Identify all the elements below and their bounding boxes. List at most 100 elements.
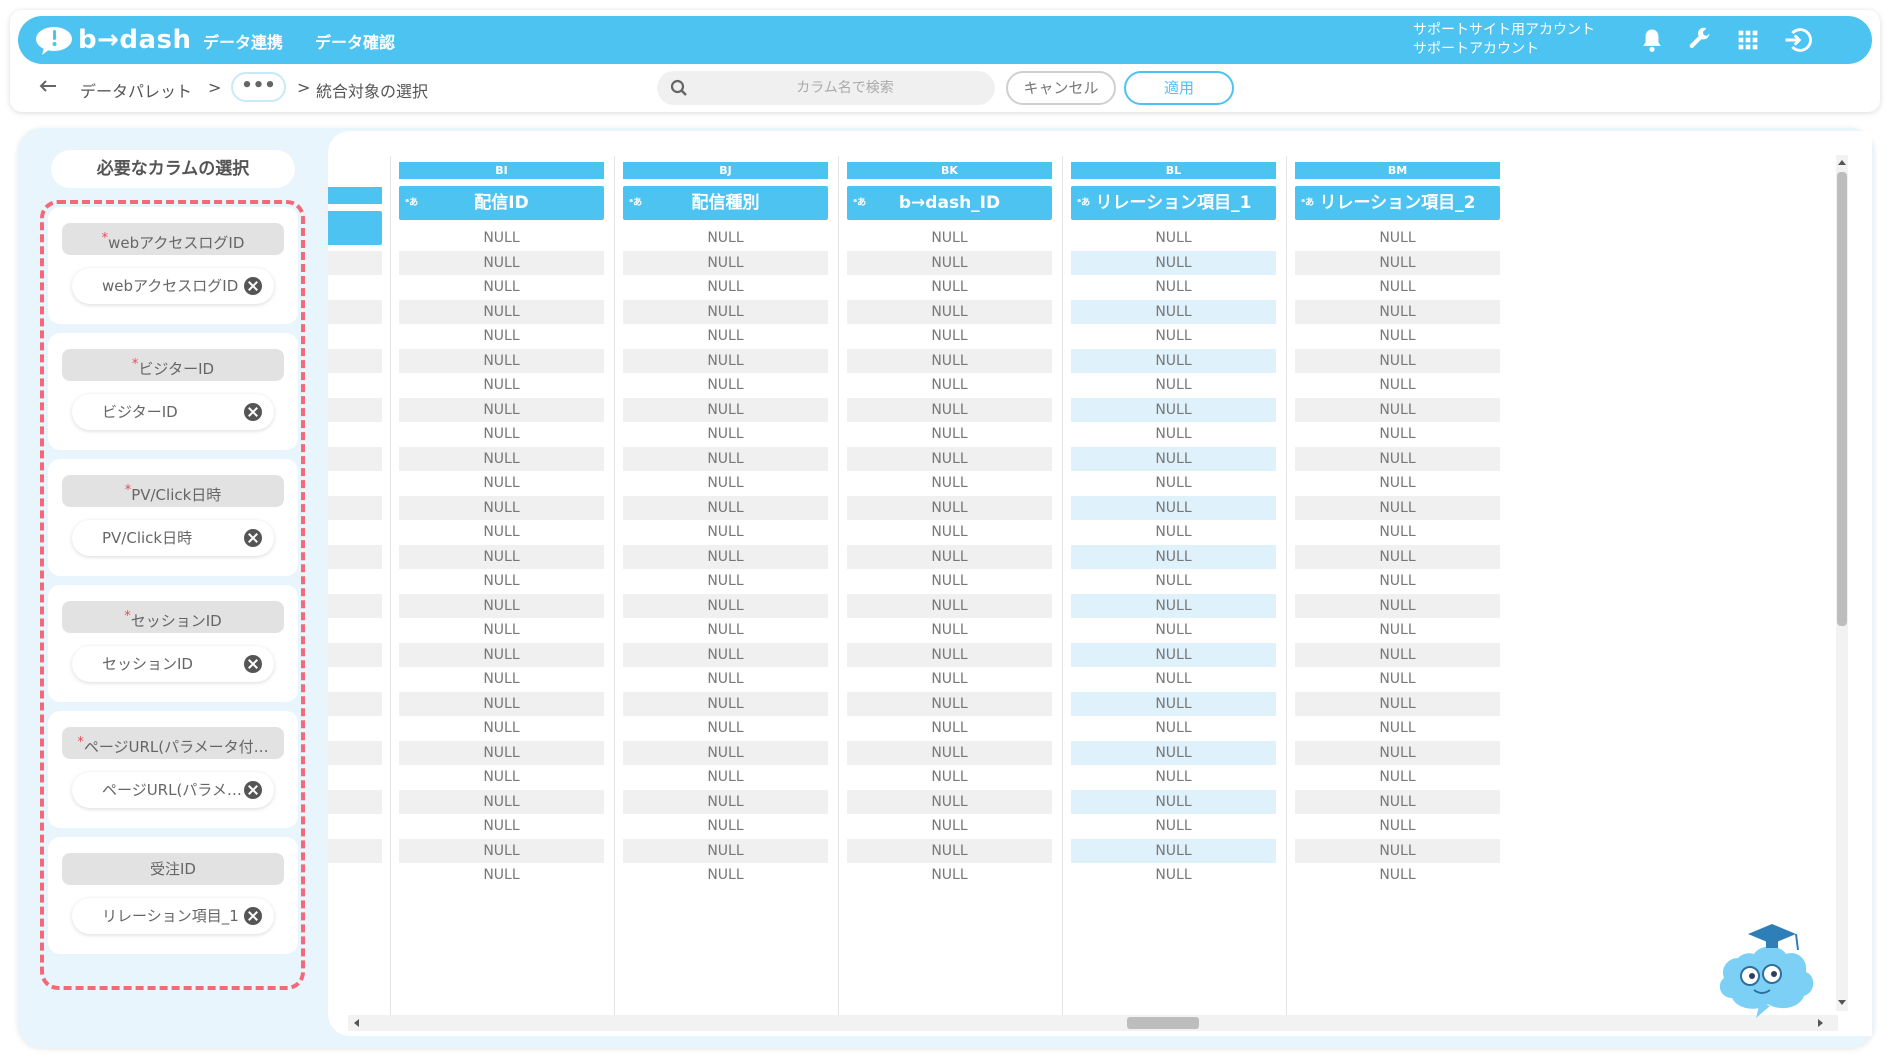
cancel-button[interactable]: キャンセル [1006,71,1116,105]
table-cell[interactable]: NULL [847,863,1052,887]
table-cell[interactable]: L [328,863,382,887]
table-cell[interactable]: NULL [1071,691,1276,716]
table-cell[interactable]: NULL [1071,593,1276,618]
table-cell[interactable]: NULL [1071,299,1276,324]
table-cell[interactable]: NULL [399,275,604,299]
table-cell[interactable]: NULL [623,667,828,691]
remove-icon[interactable] [244,781,262,799]
column-header[interactable]: ᵃあ リレーション項目_1 [1071,186,1276,220]
remove-icon[interactable] [244,529,262,547]
table-cell[interactable]: NULL [1295,642,1500,667]
vertical-scroll-thumb[interactable] [1837,172,1847,626]
table-cell[interactable]: NULL [623,226,828,250]
table-cell[interactable]: NULL [399,495,604,520]
table-cell[interactable]: NULL [623,740,828,765]
table-cell[interactable]: NULL [1071,471,1276,495]
table-cell[interactable]: NULL [1071,863,1276,887]
table-cell[interactable]: L [328,667,382,691]
table-cell[interactable]: NULL [399,691,604,716]
table-cell[interactable]: NULL [1295,373,1500,397]
table-cell[interactable]: NULL [847,765,1052,789]
table-cell[interactable]: L [328,299,382,324]
table-cell[interactable]: NULL [1295,324,1500,348]
table-cell[interactable]: NULL [1295,397,1500,422]
table-cell[interactable]: NULL [1071,789,1276,814]
table-cell[interactable]: NULL [847,593,1052,618]
remove-icon[interactable] [244,655,262,673]
table-cell[interactable]: NULL [847,544,1052,569]
table-cell[interactable]: NULL [847,471,1052,495]
table-cell[interactable]: L [328,716,382,740]
selected-column-chip[interactable]: webアクセスログID [72,268,274,304]
table-cell[interactable]: NULL [399,397,604,422]
table-cell[interactable]: NULL [847,348,1052,373]
table-cell[interactable]: NULL [847,716,1052,740]
table-cell[interactable]: L [328,691,382,716]
table-cell[interactable]: NULL [1071,618,1276,642]
table-cell[interactable]: NULL [1071,642,1276,667]
table-cell[interactable]: NULL [623,250,828,275]
table-cell[interactable]: NULL [399,226,604,250]
wrench-icon[interactable] [1686,26,1714,54]
selected-column-chip[interactable]: リレーション項目_1 [72,898,274,934]
table-cell[interactable]: NULL [399,765,604,789]
selected-column-chip[interactable]: ビジターID [72,394,274,430]
table-cell[interactable]: NULL [399,348,604,373]
table-cell[interactable]: NULL [623,569,828,593]
table-cell[interactable]: L [328,740,382,765]
table-cell[interactable]: NULL [847,397,1052,422]
table-cell[interactable]: NULL [1071,250,1276,275]
scroll-left-icon[interactable] [352,1018,360,1028]
table-cell[interactable]: L [328,471,382,495]
table-cell[interactable]: NULL [1071,397,1276,422]
table-cell[interactable]: NULL [623,765,828,789]
table-cell[interactable]: NULL [1295,226,1500,250]
table-cell[interactable]: NULL [399,569,604,593]
breadcrumb-more-button[interactable]: ••• [231,72,286,102]
table-cell[interactable]: NULL [399,618,604,642]
table-cell[interactable]: NULL [623,275,828,299]
table-cell[interactable]: NULL [399,471,604,495]
table-cell[interactable]: NULL [1295,814,1500,838]
table-cell[interactable]: NULL [1295,299,1500,324]
table-cell[interactable]: NULL [847,814,1052,838]
table-cell[interactable]: NULL [1071,373,1276,397]
search-input[interactable] [705,71,985,105]
scroll-up-icon[interactable] [1837,158,1847,166]
table-cell[interactable]: NULL [623,618,828,642]
table-cell[interactable]: NULL [1295,863,1500,887]
table-cell[interactable]: L [328,226,382,250]
table-cell[interactable]: NULL [1295,422,1500,446]
table-cell[interactable]: NULL [399,789,604,814]
app-logo[interactable]: b→dash [34,22,192,58]
table-cell[interactable]: NULL [399,838,604,863]
table-cell[interactable]: NULL [623,422,828,446]
table-cell[interactable]: NULL [399,642,604,667]
table-cell[interactable]: NULL [1071,740,1276,765]
nav-data-check[interactable]: データ確認 [315,29,395,53]
table-cell[interactable]: NULL [1295,691,1500,716]
column-header[interactable]: ᵃあ 配信種別 [623,186,828,220]
scroll-down-icon[interactable] [1837,999,1847,1007]
table-cell[interactable]: NULL [847,740,1052,765]
table-cell[interactable]: L [328,324,382,348]
horizontal-scrollbar[interactable] [348,1015,1838,1031]
table-cell[interactable]: NULL [623,299,828,324]
table-cell[interactable]: NULL [1071,765,1276,789]
account-info[interactable]: サポートサイト用アカウント サポートアカウント [1413,21,1595,59]
table-cell[interactable]: L [328,814,382,838]
table-cell[interactable]: NULL [623,789,828,814]
table-cell[interactable]: NULL [847,226,1052,250]
table-cell[interactable]: NULL [1295,569,1500,593]
table-cell[interactable]: NULL [1295,348,1500,373]
table-cell[interactable]: NULL [1295,789,1500,814]
table-cell[interactable]: NULL [623,544,828,569]
table-cell[interactable]: NULL [1071,324,1276,348]
table-cell[interactable]: NULL [623,814,828,838]
table-cell[interactable]: NULL [1295,740,1500,765]
column-header[interactable]: ᵃあ 配信ID [399,186,604,220]
table-cell[interactable]: NULL [847,299,1052,324]
table-cell[interactable]: NULL [399,667,604,691]
table-cell[interactable]: L [328,593,382,618]
table-cell[interactable]: NULL [1295,520,1500,544]
